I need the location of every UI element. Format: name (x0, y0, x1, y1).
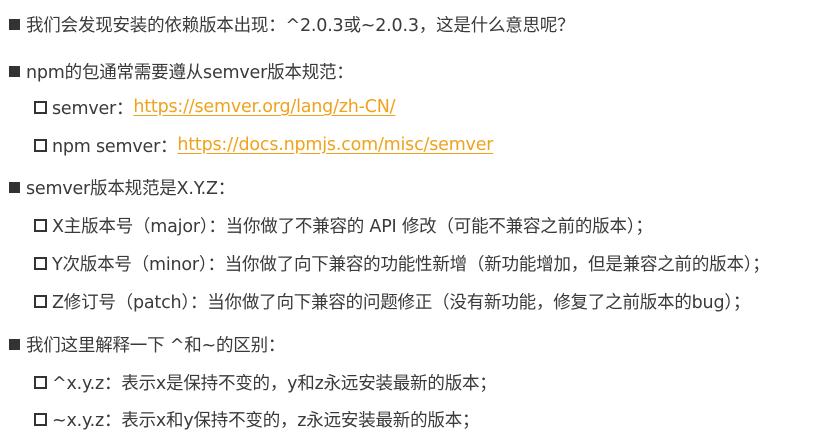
hollow-square-bullet-icon (34, 100, 47, 114)
hollow-square-bullet-icon (34, 294, 47, 308)
sub-bullet-caret: ^x.y.z：表示x是保持不变的，y和z永远安装最新的版本； (34, 367, 497, 397)
line-text: semver版本规范是X.Y.Z： (26, 178, 236, 199)
bullet-line-question: 我们会发现安装的依赖版本出现：^2.0.3或~2.0.3，这是什么意思呢？ (9, 9, 575, 39)
hollow-square-bullet-icon (34, 412, 47, 426)
bullet-line-difference: 我们这里解释一下 ^和~的区别： (9, 329, 285, 359)
sub-bullet-major: X主版本号（major）：当你做了不兼容的 API 修改（可能不兼容之前的版本）… (34, 210, 653, 240)
line-text: semver： (52, 98, 134, 119)
npm-semver-link[interactable]: https://docs.npmjs.com/misc/semver (177, 135, 493, 155)
semver-link[interactable]: https://semver.org/lang/zh-CN/ (133, 97, 395, 117)
bullet-line-npm-semver: npm的包通常需要遵从semver版本规范： (9, 56, 354, 86)
bullet-line-xyz: semver版本规范是X.Y.Z： (9, 172, 235, 202)
sub-bullet-patch: Z修订号（patch）：当你做了向下兼容的问题修正（没有新功能，修复了之前版本的… (34, 286, 750, 316)
line-text: 我们会发现安装的依赖版本出现：^2.0.3或~2.0.3，这是什么意思呢？ (26, 15, 575, 36)
sub-bullet-minor: Y次版本号（minor）：当你做了向下兼容的功能性新增（新功能增加，但是兼容之前… (34, 248, 770, 278)
line-text: X主版本号（major）：当你做了不兼容的 API 修改（可能不兼容之前的版本）… (52, 216, 653, 237)
line-text: npm semver： (52, 136, 178, 157)
sub-bullet-semver-link: semver： https://semver.org/lang/zh-CN/ (34, 92, 396, 122)
line-text: Z修订号（patch）：当你做了向下兼容的问题修正（没有新功能，修复了之前版本的… (52, 292, 751, 313)
hollow-square-bullet-icon (34, 375, 47, 389)
line-text: 我们这里解释一下 ^和~的区别： (26, 335, 286, 356)
sub-bullet-tilde: ~x.y.z：表示x和y保持不变的，z永远安装最新的版本； (34, 404, 479, 434)
hollow-square-bullet-icon (34, 218, 47, 232)
hollow-square-bullet-icon (34, 256, 47, 270)
hollow-square-bullet-icon (34, 138, 47, 152)
filled-square-bullet-icon (9, 181, 20, 193)
filled-square-bullet-icon (9, 65, 20, 77)
filled-square-bullet-icon (9, 338, 20, 350)
line-text: ^x.y.z：表示x是保持不变的，y和z永远安装最新的版本； (52, 373, 497, 394)
line-text: Y次版本号（minor）：当你做了向下兼容的功能性新增（新功能增加，但是兼容之前… (52, 254, 770, 275)
line-text: npm的包通常需要遵从semver版本规范： (26, 62, 354, 83)
line-text: ~x.y.z：表示x和y保持不变的，z永远安装最新的版本； (52, 410, 480, 431)
sub-bullet-npm-semver-link: npm semver： https://docs.npmjs.com/misc/… (34, 130, 493, 160)
filled-square-bullet-icon (9, 18, 20, 30)
